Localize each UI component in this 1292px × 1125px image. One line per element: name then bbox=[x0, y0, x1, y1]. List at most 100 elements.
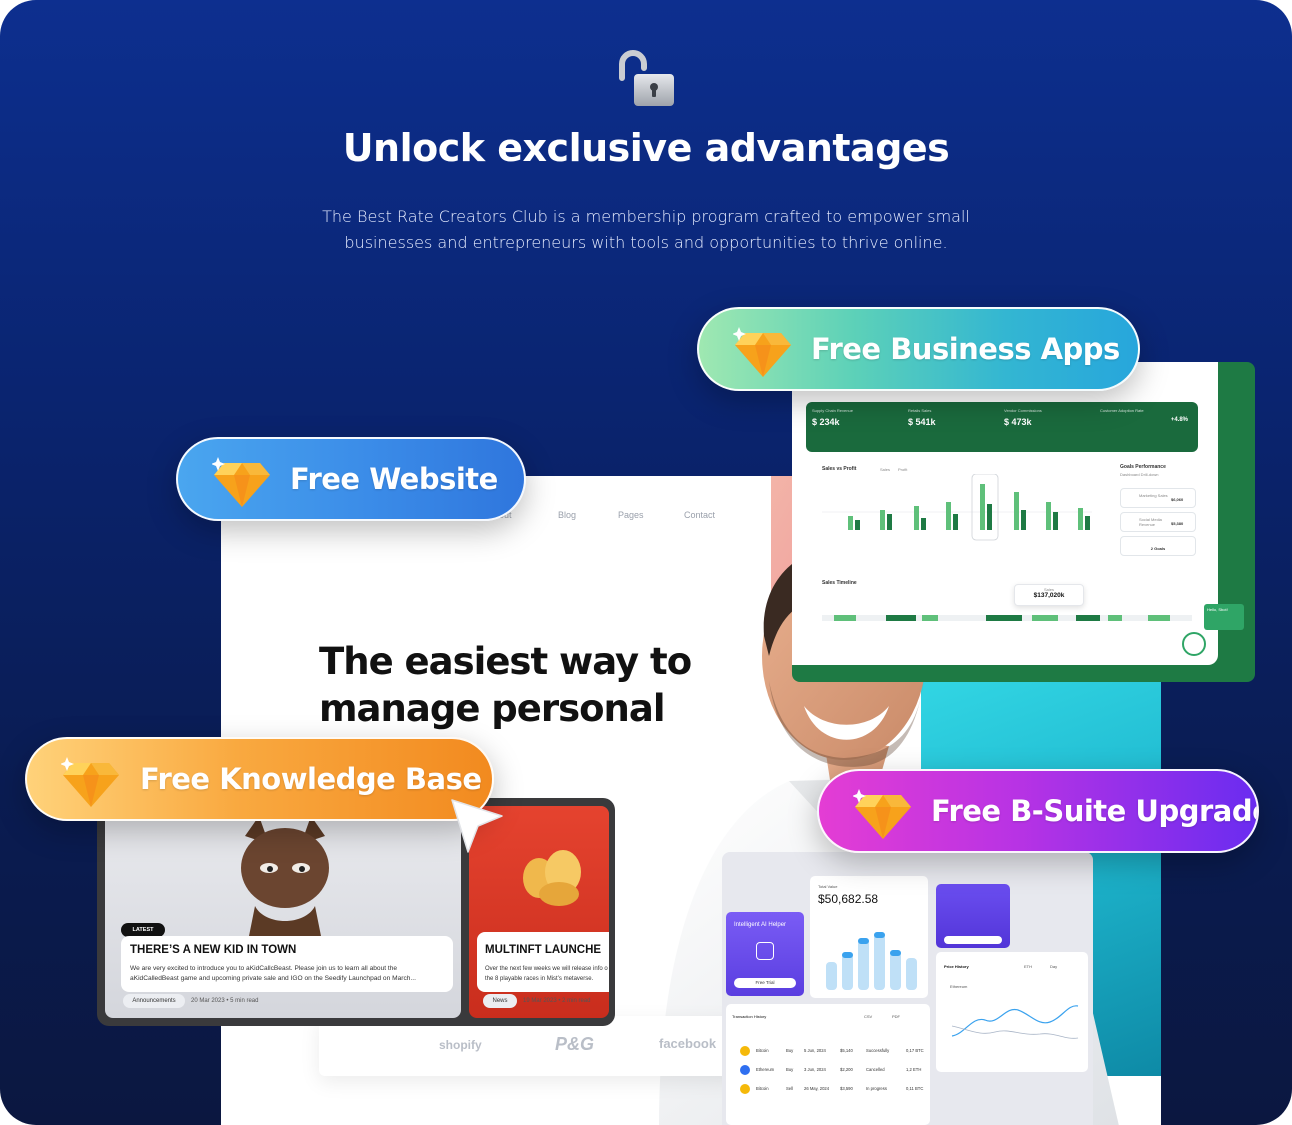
goal-item[interactable]: Social Media Revenue $5,380 bbox=[1120, 512, 1196, 532]
article-excerpt: We are very excited to introduce you to … bbox=[130, 964, 450, 984]
page-title: Unlock exclusive advantages bbox=[342, 126, 950, 170]
goals-panel: Goals Performance Dashboard Drill-down M… bbox=[1120, 464, 1200, 556]
free-trial-button[interactable]: Free Trial bbox=[734, 978, 796, 988]
pointer-cursor-icon bbox=[451, 799, 503, 853]
tx-status: Successfully bbox=[866, 1048, 890, 1053]
free-bsuite-upgrade-label: Free B-Suite Upgrade bbox=[931, 794, 1259, 828]
goals-subtitle: Dashboard Drill-down bbox=[1120, 472, 1159, 477]
goal-item[interactable]: Marketing Sales $6,060 bbox=[1120, 488, 1196, 508]
assistant-greeting[interactable]: Hello, Sbot! bbox=[1204, 604, 1244, 630]
article-tag[interactable]: Announcements bbox=[123, 994, 185, 1008]
bsuite-mockup: Intelligent AI Helper Free Trial Total V… bbox=[722, 852, 1093, 1125]
tx-date: 26 May, 2024 bbox=[804, 1086, 830, 1091]
sales-timeline-bars bbox=[822, 615, 1192, 621]
shopify-logo: shopify bbox=[439, 1038, 482, 1052]
timeline-title: Sales Timeline bbox=[822, 580, 857, 586]
article-tag[interactable]: News bbox=[483, 994, 517, 1008]
nav-link-blog[interactable]: Blog bbox=[558, 510, 576, 520]
promo-frame: Unlock exclusive advantages The Best Rat… bbox=[0, 0, 1292, 1125]
tx-type: Buy bbox=[786, 1048, 794, 1053]
total-value-label: Total Value bbox=[818, 884, 838, 889]
price-line-chart bbox=[951, 1005, 1079, 1039]
assistant-avatar-icon[interactable] bbox=[1182, 632, 1206, 656]
chat-input[interactable] bbox=[944, 936, 1002, 944]
article-excerpt-line: Over the next few weeks we will release … bbox=[485, 966, 608, 972]
bitcoin-icon bbox=[740, 1046, 750, 1056]
tx-status: In progress bbox=[866, 1086, 887, 1091]
bitcoin-icon bbox=[740, 1084, 750, 1094]
eth-selector[interactable]: ETH bbox=[1024, 964, 1032, 969]
kpi-label: Vendor Commissions bbox=[1004, 408, 1042, 413]
article-title: MULTINFT LAUNCHE bbox=[485, 944, 602, 956]
pdf-export-button[interactable]: PDF bbox=[892, 1014, 900, 1019]
tx-amount: $5,140 bbox=[840, 1048, 853, 1053]
free-website-pill[interactable]: Free Website bbox=[176, 437, 526, 521]
transaction-title: Transaction History bbox=[732, 1014, 767, 1019]
kpi-label: Customer Adoption Rate bbox=[1100, 408, 1144, 413]
business-apps-dashboard: Supply Chain Revenue $ 234k Retails Sale… bbox=[792, 362, 1255, 682]
day-selector[interactable]: Day bbox=[1050, 964, 1057, 969]
kpi-value: +4.8% bbox=[1170, 417, 1188, 423]
article-excerpt: Over the next few weeks we will release … bbox=[485, 964, 609, 984]
cat-character-illustration bbox=[241, 816, 329, 936]
kpi-value: $ 541k bbox=[908, 417, 936, 427]
tx-qty: 0,17 BTC bbox=[906, 1048, 924, 1053]
tx-date: 5 Jun, 2024 bbox=[804, 1048, 826, 1053]
article-excerpt-line: We are very excited to introduce you to … bbox=[130, 965, 398, 972]
facebook-logo: facebook bbox=[659, 1036, 717, 1051]
description-line-1: The Best Rate Creators Club is a members… bbox=[322, 207, 970, 226]
kpi-card: Vendor Commissions $ 473k bbox=[1004, 408, 1096, 446]
goal-value: $6,060 bbox=[1171, 497, 1184, 502]
goal-value: $5,380 bbox=[1171, 521, 1184, 526]
tx-qty: 1,2 ETH bbox=[906, 1067, 922, 1072]
tx-amount: $2,200 bbox=[840, 1067, 853, 1072]
tx-amount: $3,590 bbox=[840, 1086, 853, 1091]
description-line-2: businesses and entrepreneurs with tools … bbox=[344, 233, 948, 252]
robot-icon bbox=[756, 942, 774, 960]
kpi-label: Supply Chain Revenue bbox=[812, 408, 853, 413]
diamond-gem-icon bbox=[853, 789, 911, 839]
bitcoin-coins-illustration bbox=[523, 850, 581, 906]
diamond-gem-icon bbox=[61, 757, 119, 807]
free-website-label: Free Website bbox=[290, 462, 498, 496]
kpi-value: $ 473k bbox=[1004, 417, 1032, 427]
ai-helper-card: Intelligent AI Helper Free Trial bbox=[726, 912, 804, 996]
tx-status: Cancelled bbox=[866, 1067, 885, 1072]
free-business-apps-pill[interactable]: Free Business Apps bbox=[697, 307, 1140, 391]
page-description: The Best Rate Creators Club is a members… bbox=[316, 204, 976, 256]
free-bsuite-upgrade-pill[interactable]: Free B-Suite Upgrade bbox=[817, 769, 1259, 853]
chat-card bbox=[936, 884, 1010, 948]
article-card-large[interactable]: LATEST THERE’S A NEW KID IN TOWN We are … bbox=[105, 806, 461, 1018]
csv-export-button[interactable]: CSV bbox=[864, 1014, 872, 1019]
goals-count: 2 Goals bbox=[1150, 546, 1166, 551]
tooltip-label: Sales bbox=[1043, 587, 1054, 592]
sales-bar-chart bbox=[822, 474, 1092, 541]
tx-coin: Bitcoin bbox=[756, 1048, 769, 1053]
value-bar-chart bbox=[826, 932, 917, 990]
free-business-apps-label: Free Business Apps bbox=[811, 332, 1120, 366]
tx-coin: Bitcoin bbox=[756, 1086, 769, 1091]
article-excerpt-line: aKidCalledBeast game and upcoming privat… bbox=[130, 975, 416, 982]
kpi-card: Customer Adoption Rate +4.8% bbox=[1100, 408, 1192, 446]
price-history-card: Price History ETH Day Ethereum bbox=[936, 952, 1088, 1072]
goals-count-button[interactable]: 2 Goals bbox=[1120, 536, 1196, 556]
goal-name: Social Media Revenue bbox=[1139, 517, 1162, 527]
price-history-title: Price History bbox=[944, 964, 969, 969]
legend-sales: Sales bbox=[880, 467, 891, 472]
diamond-gem-icon bbox=[733, 327, 791, 377]
kpi-card: Supply Chain Revenue $ 234k bbox=[812, 408, 904, 446]
ethereum-icon bbox=[740, 1065, 750, 1075]
article-meta: 19 Mar 2023 • 2 min read bbox=[523, 998, 591, 1004]
tx-coin: Ethereum bbox=[756, 1067, 775, 1072]
goal-name: Marketing Sales bbox=[1139, 493, 1168, 498]
tx-qty: 0,11 BTC bbox=[906, 1086, 924, 1091]
tx-type: Buy bbox=[786, 1067, 794, 1072]
total-value-amount: $50,682.58 bbox=[818, 892, 879, 906]
free-knowledge-base-pill[interactable]: Free Knowledge Base bbox=[25, 737, 494, 821]
knowledge-base-mockup: LATEST THERE’S A NEW KID IN TOWN We are … bbox=[97, 798, 615, 1026]
transaction-history-card: Transaction History CSV PDF Bitcoin Buy … bbox=[726, 1004, 930, 1125]
goals-title: Goals Performance bbox=[1120, 464, 1166, 470]
free-knowledge-base-label: Free Knowledge Base bbox=[140, 762, 482, 796]
dashboard-screen: Supply Chain Revenue $ 234k Retails Sale… bbox=[792, 362, 1218, 665]
total-value-card: Total Value $50,682.58 bbox=[810, 876, 928, 998]
